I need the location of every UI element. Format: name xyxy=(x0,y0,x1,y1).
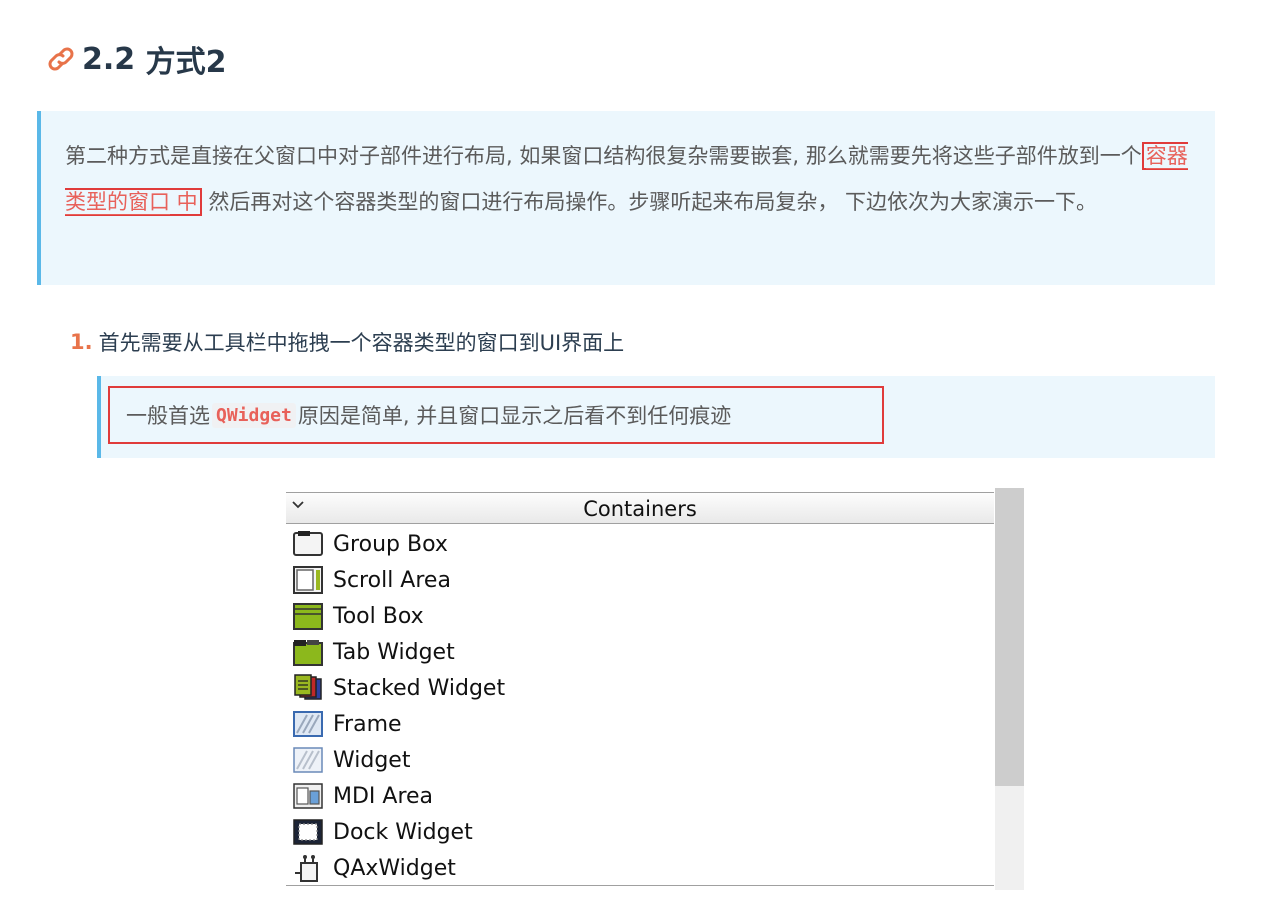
containers-list: Group Box Scroll Area Tool Box Tab Widge… xyxy=(286,526,994,886)
panel-bottom-border xyxy=(286,885,994,886)
frame-icon xyxy=(293,711,323,737)
list-item[interactable]: MDI Area xyxy=(286,778,994,814)
heading-title: 方式2 xyxy=(145,45,227,80)
list-item[interactable]: QAxWidget xyxy=(286,850,994,886)
scroll-area-icon xyxy=(293,566,323,594)
group-box-icon xyxy=(293,531,323,556)
section-heading: 2.2 方式2 xyxy=(46,36,226,82)
list-item[interactable]: Frame xyxy=(286,706,994,742)
tip-highlight-box: 一般首选 QWidget 原因是简单, 并且窗口显示之后看不到任何痕迹 xyxy=(108,386,884,444)
qaxwidget-icon xyxy=(295,855,318,882)
list-item[interactable]: Tab Widget xyxy=(286,634,994,670)
widget-icon xyxy=(293,747,323,773)
intro-paragraph: 第二种方式是直接在父窗口中对子部件进行布局, 如果窗口结构很复杂需要嵌套, 那么… xyxy=(65,142,1188,216)
anchor-link-icon[interactable] xyxy=(46,44,80,74)
list-item: 1. 首先需要从工具栏中拖拽一个容器类型的窗口到UI界面上 xyxy=(70,322,624,362)
containers-category-header[interactable]: Containers xyxy=(286,492,994,524)
mdi-area-icon xyxy=(293,783,323,809)
list-number: 1. xyxy=(70,330,93,354)
blockquote-intro: 第二种方式是直接在父窗口中对子部件进行布局, 如果窗口结构很复杂需要嵌套, 那么… xyxy=(37,111,1215,285)
heading-number: 2.2 xyxy=(82,41,136,77)
list-item[interactable]: Tool Box xyxy=(286,598,994,634)
dock-widget-icon xyxy=(293,819,323,845)
list-item[interactable]: Dock Widget xyxy=(286,814,994,850)
tool-box-icon xyxy=(293,603,323,630)
list-text: 首先需要从工具栏中拖拽一个容器类型的窗口到UI界面上 xyxy=(98,331,625,355)
scrollbar-thumb[interactable] xyxy=(995,488,1024,786)
category-title: Containers xyxy=(583,497,697,521)
list-item[interactable]: Group Box xyxy=(286,526,994,562)
widget-box-panel: Containers Group Box Scroll Area Tool Bo… xyxy=(286,488,1024,890)
list-item[interactable]: Scroll Area xyxy=(286,562,994,598)
stacked-widget-icon xyxy=(294,674,322,700)
blockquote-tip: 一般首选 QWidget 原因是简单, 并且窗口显示之后看不到任何痕迹 xyxy=(97,376,1215,458)
list-item[interactable]: Widget xyxy=(286,742,994,778)
inline-code: QWidget xyxy=(212,402,296,428)
list-item[interactable]: Stacked Widget xyxy=(286,670,994,706)
tab-widget-icon xyxy=(293,640,323,666)
